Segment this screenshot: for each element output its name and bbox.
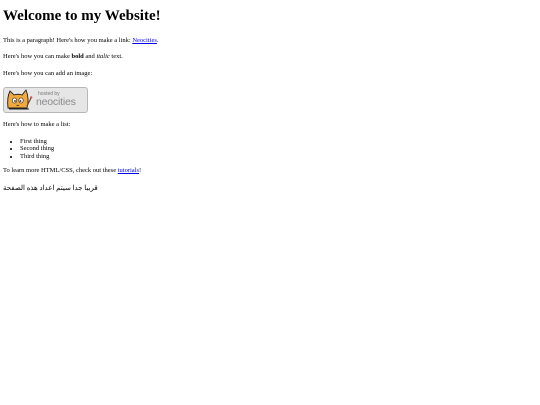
formatting-paragraph: Here's how you can make bold and italic …: [3, 53, 540, 61]
list-item: First thing: [20, 138, 540, 146]
page-title: Welcome to my Website!: [3, 8, 161, 24]
list-item: Third thing: [20, 153, 540, 161]
tutorials-paragraph: To learn more HTML/CSS, check out these …: [3, 167, 540, 175]
list-item: Second thing: [20, 145, 540, 153]
italic-text: italic: [96, 53, 110, 61]
tutorials-exclaim: !: [139, 167, 142, 175]
badge-brand-label: neocities: [36, 96, 76, 109]
list-intro-paragraph: Here's how to make a list:: [3, 120, 71, 128]
intro-period: .: [156, 36, 159, 44]
thing-list: First thing Second thing Third thing: [3, 138, 540, 161]
page-body: Welcome to my Website! This is a paragra…: [0, 0, 540, 192]
tutorials-link[interactable]: tutorials: [118, 167, 139, 174]
image-paragraph: Here's how you can add an image:: [3, 70, 93, 78]
arabic-paragraph: قريبا جدا سيتم اعداد هذه الصفحة: [3, 183, 98, 192]
tutorials-text: To learn more HTML/CSS, check out these: [3, 167, 118, 175]
intro-paragraph: This is a paragraph! Here's how you make…: [3, 37, 540, 45]
intro-text: This is a paragraph! Here's how you make…: [3, 36, 133, 44]
badge-text: hosted by neocities: [36, 92, 76, 108]
neocities-cat-icon: [7, 89, 33, 110]
formatting-text-before: Here's how you can make: [3, 53, 72, 61]
neocities-link[interactable]: Neocities: [132, 37, 157, 44]
formatting-text-middle: and: [83, 53, 97, 61]
formatting-text-after: text.: [109, 53, 123, 61]
bold-text: bold: [71, 53, 84, 61]
neocities-badge: hosted by neocities: [3, 86, 88, 113]
